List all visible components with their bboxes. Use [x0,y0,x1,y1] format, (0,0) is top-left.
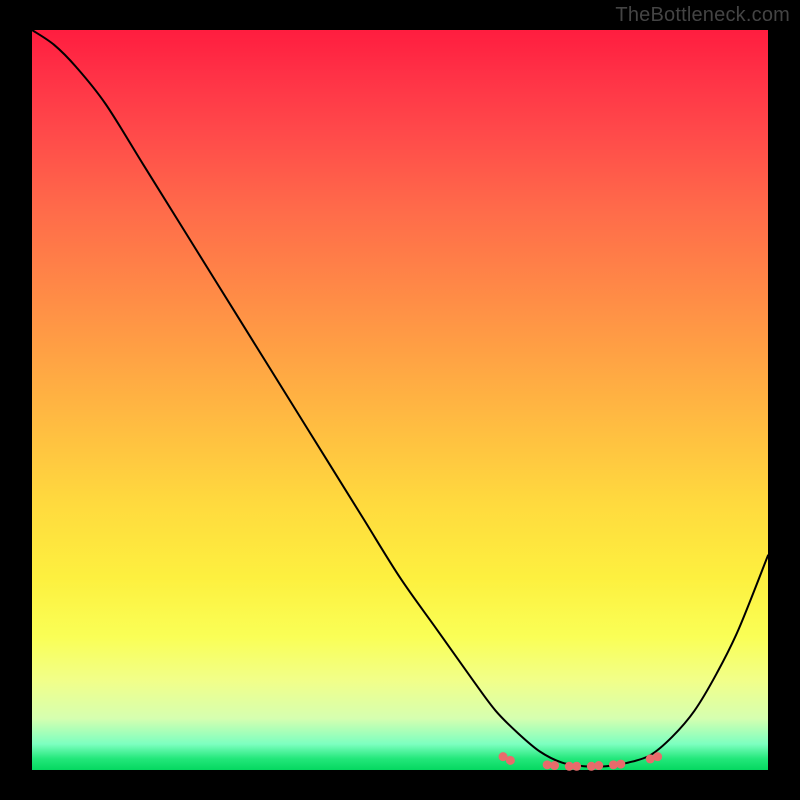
watermark-label: TheBottleneck.com [615,4,790,27]
valley-dot [594,761,603,770]
valley-markers [499,752,663,771]
curve-layer [32,30,768,770]
valley-dot [616,760,625,769]
valley-dot [572,762,581,771]
valley-dot [506,756,515,765]
valley-dot [653,752,662,761]
bottleneck-curve [32,30,768,767]
chart-frame: TheBottleneck.com [0,0,800,800]
plot-area [32,30,768,770]
valley-dot [550,761,559,770]
